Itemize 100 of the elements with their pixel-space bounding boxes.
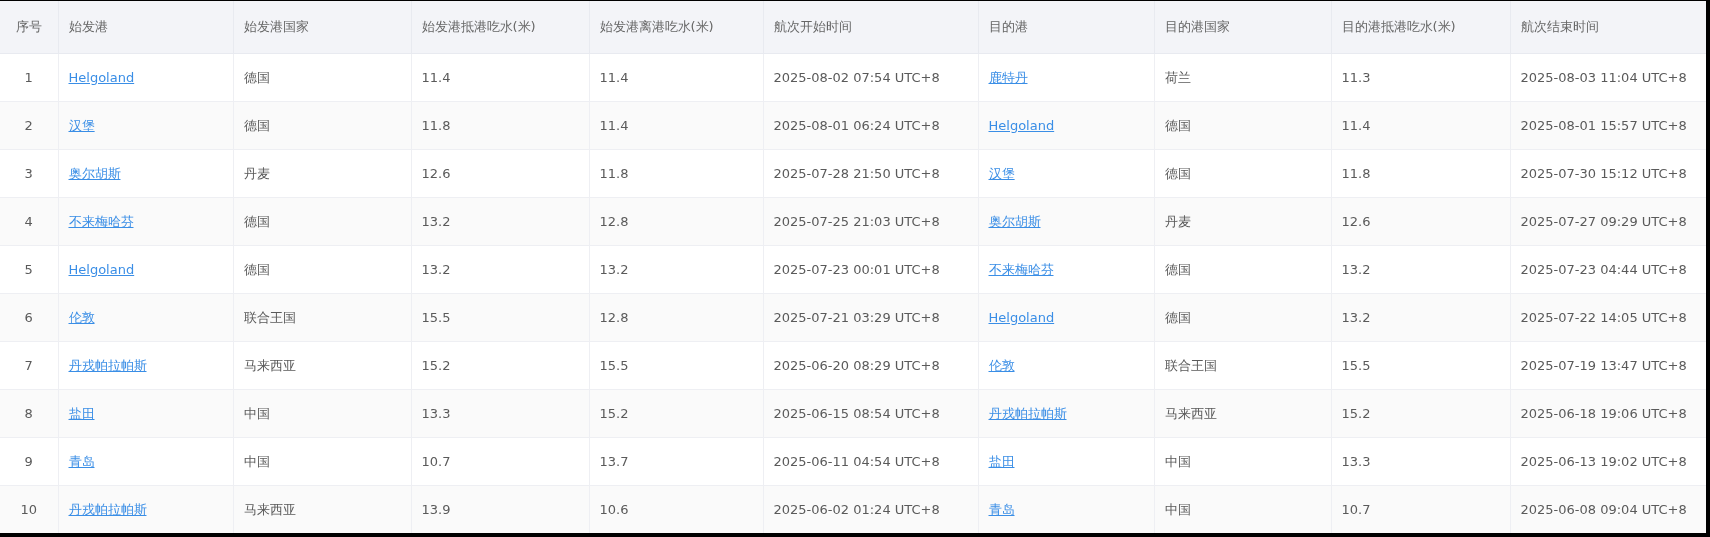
table-cell: 2025-07-30 15:12 UTC+8 <box>1510 149 1706 198</box>
table-cell: 联合王国 <box>233 293 411 342</box>
table-cell: 10.7 <box>1331 485 1510 533</box>
table-cell: 15.5 <box>589 341 763 390</box>
table-cell: 11.8 <box>589 149 763 198</box>
port-link[interactable]: 丹戎帕拉帕斯 <box>988 405 1067 421</box>
port-link[interactable]: 青岛 <box>68 453 95 469</box>
table-cell: 15.2 <box>589 389 763 438</box>
column-header: 始发港抵港吃水(米) <box>411 1 589 54</box>
table-cell: 2025-07-28 21:50 UTC+8 <box>763 149 978 198</box>
row-number: 6 <box>0 293 58 342</box>
table-cell: 2025-08-01 06:24 UTC+8 <box>763 101 978 150</box>
port-link[interactable]: 丹戎帕拉帕斯 <box>68 357 147 373</box>
port-link[interactable]: Helgoland <box>68 70 135 85</box>
table-cell: 德国 <box>1154 245 1331 294</box>
table-cell: 2025-06-11 04:54 UTC+8 <box>763 437 978 486</box>
table-cell: 德国 <box>233 197 411 246</box>
table-cell: 15.5 <box>411 293 589 342</box>
table-cell: 15.2 <box>411 341 589 390</box>
table-cell: 13.3 <box>411 389 589 438</box>
table-cell: 12.6 <box>1331 197 1510 246</box>
port-link[interactable]: Helgoland <box>988 310 1055 325</box>
table-cell: 德国 <box>233 245 411 294</box>
table-cell: 德国 <box>1154 101 1331 150</box>
row-number: 1 <box>0 53 58 102</box>
table-cell: 2025-08-01 15:57 UTC+8 <box>1510 101 1706 150</box>
column-header: 目的港 <box>978 1 1154 54</box>
table-cell: 德国 <box>1154 293 1331 342</box>
table-cell: 11.4 <box>589 101 763 150</box>
table-cell: 中国 <box>1154 485 1331 533</box>
table-cell: 2025-07-25 21:03 UTC+8 <box>763 197 978 246</box>
table-cell: 11.4 <box>589 53 763 102</box>
table-cell: 2025-07-19 13:47 UTC+8 <box>1510 341 1706 390</box>
table-cell: 中国 <box>233 437 411 486</box>
table-cell: 马来西亚 <box>1154 389 1331 438</box>
table-cell: 2025-07-23 04:44 UTC+8 <box>1510 245 1706 294</box>
table-cell: 13.2 <box>589 245 763 294</box>
table-cell: 中国 <box>233 389 411 438</box>
port-link[interactable]: 盐田 <box>988 453 1015 469</box>
column-header: 航次开始时间 <box>763 1 978 54</box>
table-cell: 11.8 <box>1331 149 1510 198</box>
row-number: 8 <box>0 389 58 438</box>
row-number: 2 <box>0 101 58 150</box>
column-header: 始发港 <box>58 1 233 54</box>
table-cell: 15.2 <box>1331 389 1510 438</box>
port-link[interactable]: Helgoland <box>68 262 135 277</box>
table-cell: 联合王国 <box>1154 341 1331 390</box>
table-cell: 13.2 <box>411 245 589 294</box>
table-cell: 2025-08-03 11:04 UTC+8 <box>1510 53 1706 102</box>
table-cell: 德国 <box>1154 149 1331 198</box>
table-cell: 德国 <box>233 53 411 102</box>
port-link[interactable]: Helgoland <box>988 118 1055 133</box>
column-header: 始发港国家 <box>233 1 411 54</box>
column-header: 始发港离港吃水(米) <box>589 1 763 54</box>
table-cell: 13.2 <box>411 197 589 246</box>
port-link[interactable]: 奥尔胡斯 <box>68 165 121 181</box>
column-header: 目的港国家 <box>1154 1 1331 54</box>
table-cell: 10.7 <box>411 437 589 486</box>
port-link[interactable]: 汉堡 <box>68 117 95 133</box>
table-cell: 2025-06-18 19:06 UTC+8 <box>1510 389 1706 438</box>
column-header: 目的港抵港吃水(米) <box>1331 1 1510 54</box>
port-link[interactable]: 奥尔胡斯 <box>988 213 1041 229</box>
port-link[interactable]: 伦敦 <box>988 357 1015 373</box>
table-cell: 2025-06-15 08:54 UTC+8 <box>763 389 978 438</box>
table-cell: 2025-07-23 00:01 UTC+8 <box>763 245 978 294</box>
table-cell: 2025-06-02 01:24 UTC+8 <box>763 485 978 533</box>
table-cell: 2025-08-02 07:54 UTC+8 <box>763 53 978 102</box>
row-number: 3 <box>0 149 58 198</box>
table-cell: 13.2 <box>1331 245 1510 294</box>
table-cell: 10.6 <box>589 485 763 533</box>
table-cell: 13.2 <box>1331 293 1510 342</box>
table-cell: 13.9 <box>411 485 589 533</box>
table-cell: 中国 <box>1154 437 1331 486</box>
port-link[interactable]: 汉堡 <box>988 165 1015 181</box>
port-link[interactable]: 不来梅哈芬 <box>988 261 1054 277</box>
port-link[interactable]: 不来梅哈芬 <box>68 213 134 229</box>
table-cell: 13.3 <box>1331 437 1510 486</box>
port-link[interactable]: 鹿特丹 <box>988 69 1028 85</box>
row-number: 7 <box>0 341 58 390</box>
port-link[interactable]: 青岛 <box>988 501 1015 517</box>
port-link[interactable]: 伦敦 <box>68 309 95 325</box>
table-cell: 11.8 <box>411 101 589 150</box>
table-cell: 2025-07-21 03:29 UTC+8 <box>763 293 978 342</box>
row-number: 9 <box>0 437 58 486</box>
table-cell: 2025-07-22 14:05 UTC+8 <box>1510 293 1706 342</box>
row-number: 4 <box>0 197 58 246</box>
port-link[interactable]: 丹戎帕拉帕斯 <box>68 501 147 517</box>
table-cell: 马来西亚 <box>233 485 411 533</box>
table-cell: 11.4 <box>411 53 589 102</box>
table-cell: 2025-06-20 08:29 UTC+8 <box>763 341 978 390</box>
table-cell: 15.5 <box>1331 341 1510 390</box>
table-cell: 2025-06-08 09:04 UTC+8 <box>1510 485 1706 533</box>
table-cell: 马来西亚 <box>233 341 411 390</box>
port-link[interactable]: 盐田 <box>68 405 95 421</box>
table-cell: 13.7 <box>589 437 763 486</box>
table-cell: 丹麦 <box>233 149 411 198</box>
table-cell: 丹麦 <box>1154 197 1331 246</box>
table-cell: 荷兰 <box>1154 53 1331 102</box>
table-cell: 2025-06-13 19:02 UTC+8 <box>1510 437 1706 486</box>
column-header: 航次结束时间 <box>1510 1 1706 54</box>
